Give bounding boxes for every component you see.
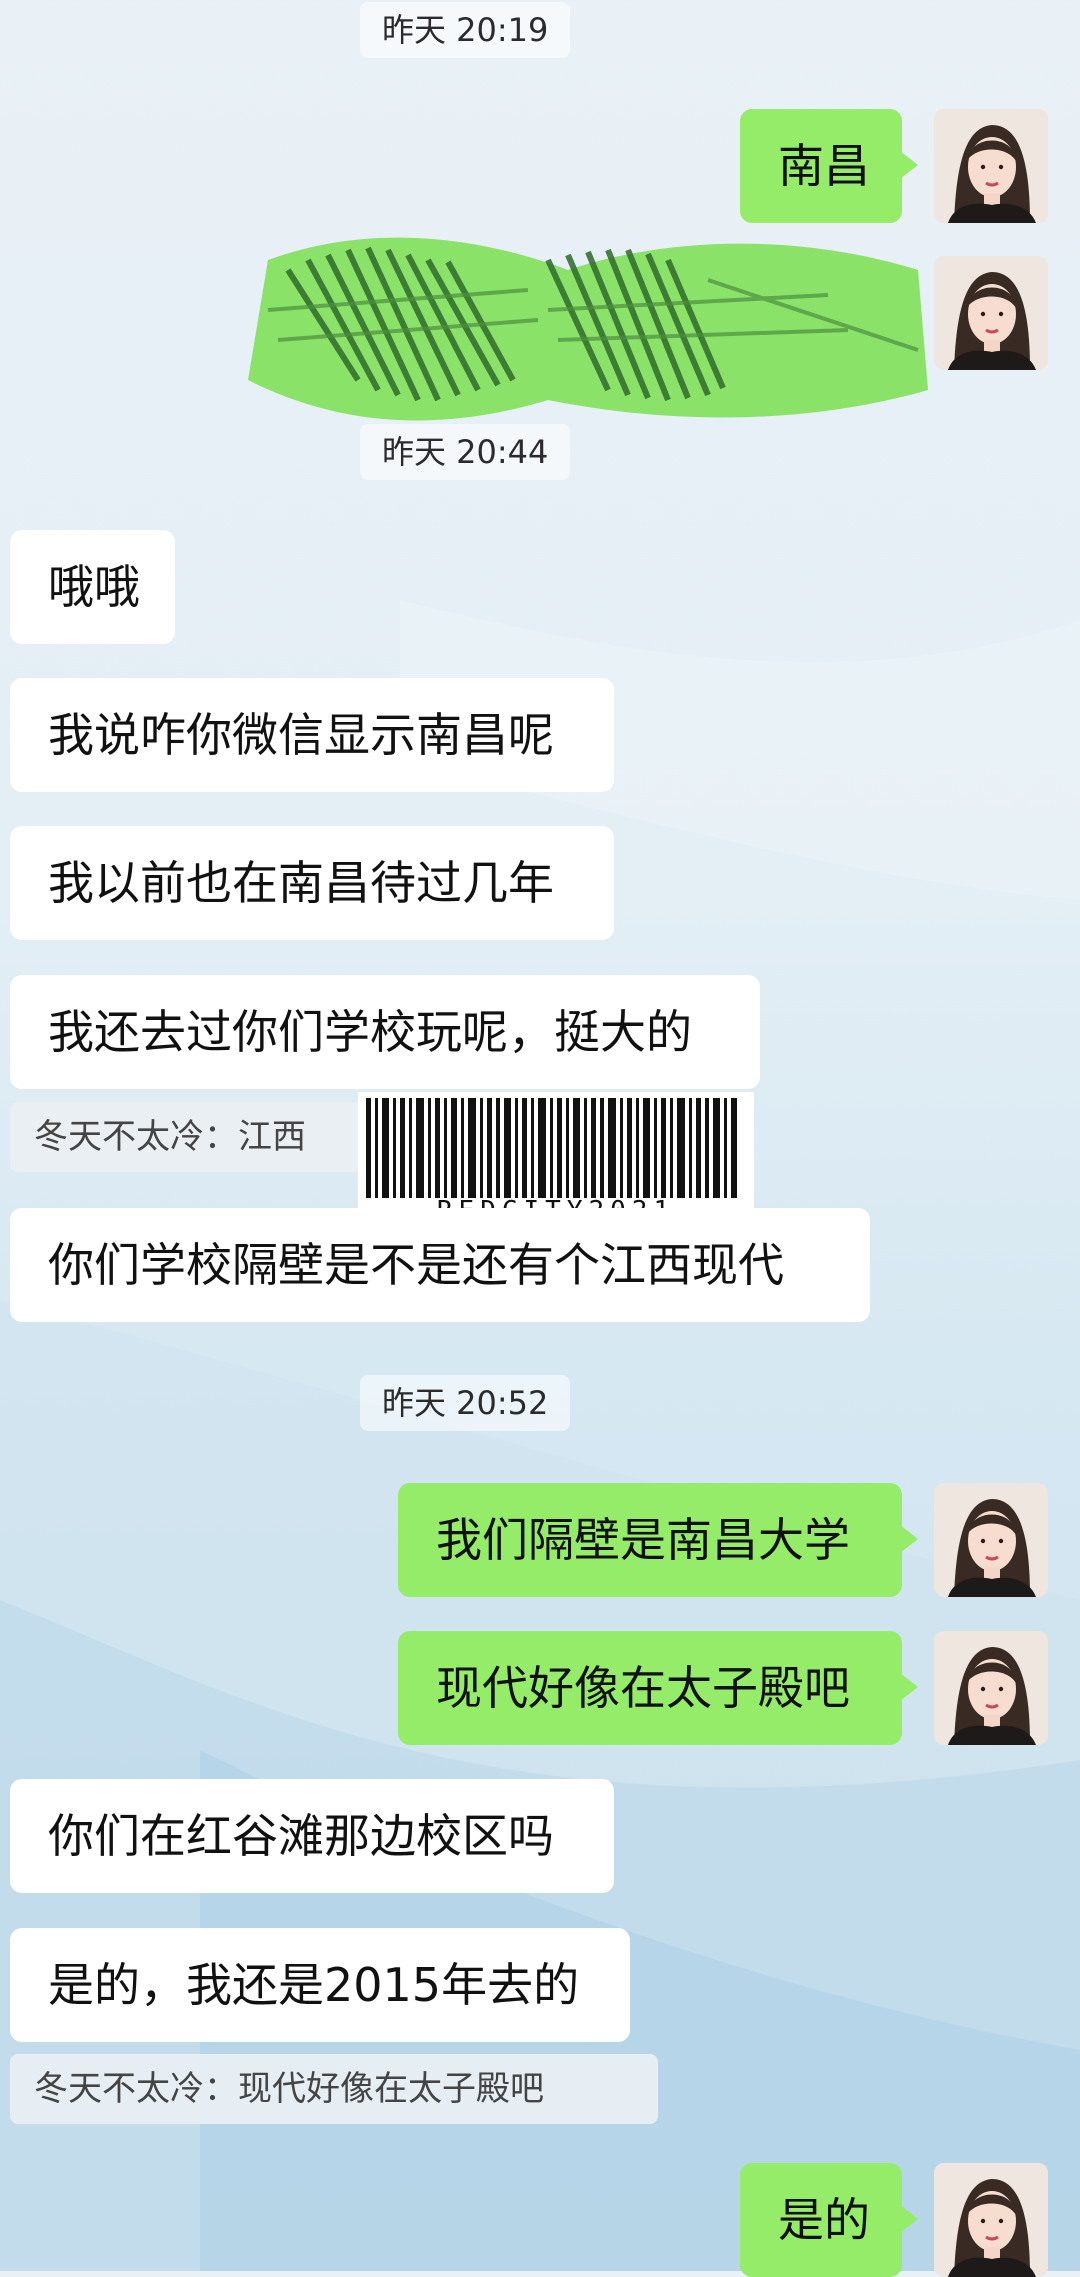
message-bubble-other[interactable]: 你们在红谷滩那边校区吗 (10, 1779, 614, 1893)
message-bubble-other[interactable]: 哦哦 (10, 530, 175, 644)
message-bubble-other[interactable]: 我还去过你们学校玩呢，挺大的 (10, 975, 760, 1089)
message-bubble-other[interactable]: 你们学校隔壁是不是还有个江西现代 (10, 1208, 870, 1322)
avatar[interactable] (934, 1631, 1048, 1745)
avatar[interactable] (934, 1483, 1048, 1597)
message-bubble-other[interactable]: 我以前也在南昌待过几年 (10, 826, 614, 940)
avatar-woman-icon (934, 109, 1048, 223)
message-bubble-self[interactable]: 我们隔壁是南昌大学 (398, 1483, 918, 1597)
timestamp: 昨天 20:52 (360, 1375, 571, 1431)
message-bubble-self[interactable]: 现代好像在太子殿吧 (398, 1631, 918, 1745)
timestamp: 昨天 20:19 (360, 2, 571, 58)
message-bubble-other[interactable]: 是的，我还是2015年去的 (10, 1928, 630, 2042)
avatar[interactable] (934, 109, 1048, 223)
avatar-woman-icon (934, 256, 1048, 370)
avatar-woman-icon (934, 2163, 1048, 2277)
message-bubble-other[interactable]: 我说咋你微信显示南昌呢 (10, 678, 614, 792)
barcode-icon (366, 1098, 737, 1198)
redacted-message-scribble (248, 237, 928, 421)
avatar-woman-icon (934, 1483, 1048, 1597)
timestamp: 昨天 20:44 (360, 424, 571, 480)
avatar-woman-icon (934, 1631, 1048, 1745)
message-bubble-self[interactable]: 是的 (740, 2163, 918, 2277)
quoted-reply[interactable]: 冬天不太冷：现代好像在太子殿吧 (10, 2054, 658, 2124)
avatar[interactable] (934, 2163, 1048, 2277)
avatar[interactable] (934, 256, 1048, 370)
